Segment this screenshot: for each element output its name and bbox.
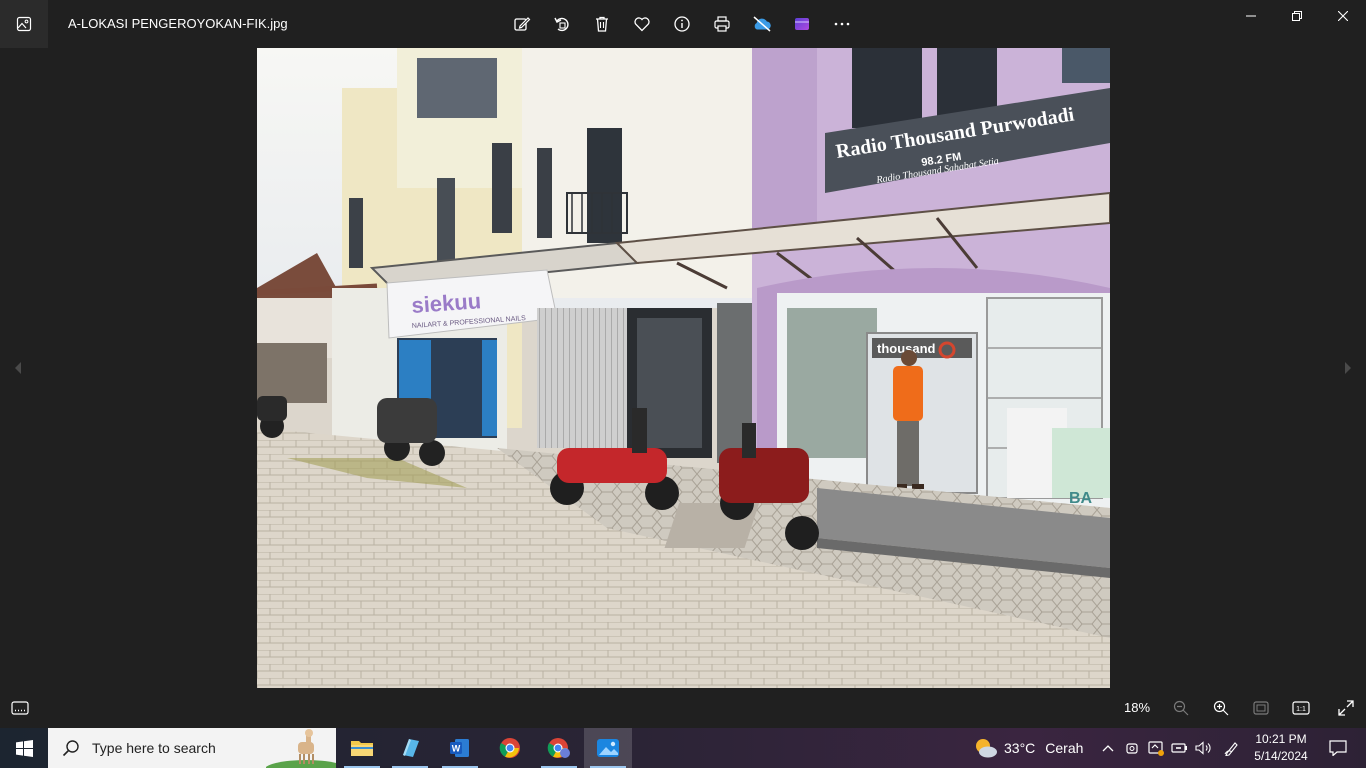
snipping-tool-icon (403, 739, 419, 757)
cloud-off-icon (753, 16, 771, 32)
file-info-button[interactable] (662, 4, 702, 44)
minimize-button[interactable] (1228, 0, 1274, 32)
motorbike-1 (257, 396, 287, 438)
speaker-icon (1195, 741, 1211, 755)
full-screen-button[interactable] (1326, 688, 1366, 728)
filmstrip-button[interactable] (0, 688, 40, 728)
zoom-in-button[interactable] (1201, 688, 1241, 728)
close-icon (1338, 11, 1348, 21)
minimize-icon (1246, 15, 1256, 17)
next-image-button[interactable] (1338, 348, 1358, 388)
search-icon (62, 740, 79, 757)
tray-meet-now[interactable] (1120, 728, 1144, 768)
window-controls (1228, 0, 1366, 32)
image-viewer: Radio Thousand Purwodadi 98.2 FM Radio T… (0, 48, 1366, 688)
title-bar: A-LOKASI PENGEROYOKAN-FIK.jpg (0, 0, 1366, 48)
close-button[interactable] (1320, 0, 1366, 32)
taskbar-search-box[interactable]: Type here to search (48, 728, 336, 768)
clock-date: 5/14/2024 (1254, 749, 1308, 763)
photos-icon (597, 739, 619, 757)
zoom-out-button[interactable] (1161, 688, 1201, 728)
chevron-left-icon (15, 362, 21, 374)
rotate-icon (554, 17, 569, 32)
edit-image-button[interactable] (502, 4, 542, 44)
camera-icon (1126, 743, 1138, 754)
favorite-button[interactable] (622, 4, 662, 44)
file-title: A-LOKASI PENGEROYOKAN-FIK.jpg (68, 16, 288, 31)
onedrive-button[interactable] (742, 4, 782, 44)
weather-description: Cerah (1045, 740, 1084, 756)
photo-image[interactable]: Radio Thousand Purwodadi 98.2 FM Radio T… (257, 48, 1110, 688)
chevron-right-icon (1345, 362, 1351, 374)
chevron-up-icon (1102, 745, 1114, 752)
taskbar-snip-app[interactable] (386, 728, 434, 768)
windows-taskbar: Type here to search W 33°C Cerah 10:21 P… (0, 728, 1366, 768)
photos-app-icon[interactable] (0, 0, 48, 48)
rotate-button[interactable] (542, 4, 582, 44)
weather-temperature: 33°C (1004, 740, 1036, 756)
more-icon (834, 22, 850, 26)
tray-pen[interactable] (1220, 728, 1244, 768)
zoom-in-icon (1213, 700, 1229, 716)
taskbar-word[interactable]: W (436, 728, 484, 768)
system-clock[interactable]: 10:21 PM 5/14/2024 (1252, 731, 1310, 765)
taskbar-photos[interactable] (584, 728, 632, 768)
viewer-toolbar (502, 4, 862, 44)
banner-brand-text: siekuu (411, 288, 482, 318)
previous-image-button[interactable] (8, 348, 28, 388)
taskbar-file-explorer[interactable] (338, 728, 386, 768)
expand-icon (1338, 700, 1354, 716)
print-button[interactable] (702, 4, 742, 44)
clipchamp-icon (795, 18, 809, 30)
zoom-level[interactable]: 18% (1124, 700, 1150, 715)
notification-center-button[interactable] (1318, 728, 1358, 768)
see-more-button[interactable] (822, 4, 862, 44)
pen-workspace-icon (1224, 742, 1238, 756)
fit-window-icon (1253, 701, 1269, 715)
tray-volume[interactable] (1192, 728, 1216, 768)
street-photo: Radio Thousand Purwodadi 98.2 FM Radio T… (257, 48, 1110, 688)
restore-button[interactable] (1274, 0, 1320, 32)
clock-time: 10:21 PM (1255, 732, 1307, 746)
chrome-icon (499, 738, 520, 758)
tray-updates[interactable] (1144, 728, 1168, 768)
weather-widget[interactable]: 33°C Cerah (972, 728, 1083, 768)
start-button[interactable] (0, 728, 48, 768)
folder-icon (351, 741, 373, 756)
restore-icon (1292, 11, 1302, 21)
taskbar-chrome[interactable] (486, 728, 534, 768)
battery-plug-icon (1171, 743, 1187, 753)
tray-battery[interactable] (1168, 728, 1192, 768)
actual-size-icon: 1:1 (1292, 701, 1310, 715)
fit-to-window-button[interactable] (1241, 688, 1281, 728)
info-icon (674, 16, 690, 32)
heart-icon (634, 17, 650, 32)
edit-image-icon (514, 17, 531, 31)
chrome-profile-icon (547, 738, 570, 758)
svg-text:W: W (452, 744, 461, 754)
show-hidden-icons-button[interactable] (1096, 728, 1120, 768)
search-highlight-illustration-icon (266, 729, 336, 768)
notification-icon (1329, 740, 1347, 756)
actual-size-button[interactable]: 1:1 (1281, 688, 1321, 728)
search-placeholder: Type here to search (92, 740, 216, 756)
printer-icon (714, 16, 730, 32)
delete-button[interactable] (582, 4, 622, 44)
clipchamp-button[interactable] (782, 4, 822, 44)
partly-sunny-icon (976, 739, 997, 758)
word-icon: W (450, 739, 469, 757)
zoom-out-icon (1173, 700, 1189, 716)
trash-icon (596, 16, 608, 32)
actual-size-label: 1:1 (1296, 706, 1306, 713)
viewer-status-bar: 18% 1:1 (0, 688, 1366, 728)
update-notice-icon (1148, 741, 1164, 756)
windows-logo-icon (15, 739, 33, 757)
filmstrip-icon (11, 701, 29, 715)
taskbar-chrome-profile[interactable] (535, 728, 583, 768)
